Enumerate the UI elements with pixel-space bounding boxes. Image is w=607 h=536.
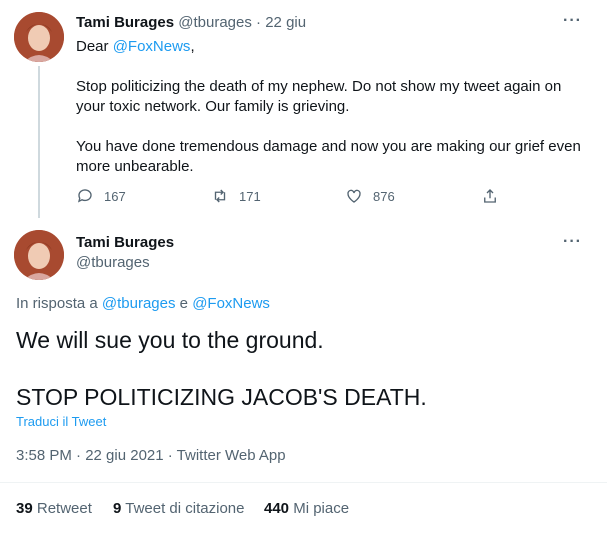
tweet1-paragraph-2: You have done tremendous damage and now … [76, 138, 581, 175]
tweet1-header: Tami Burages @tburages · 22 giu [76, 13, 306, 33]
quotes-label: Tweet di citazione [125, 500, 245, 517]
mention-link[interactable]: @tburages [102, 295, 176, 312]
translate-tweet-link[interactable]: Traduci il Tweet [16, 414, 106, 429]
tweet-date[interactable]: 22 giu [265, 14, 306, 31]
thread-line [38, 66, 40, 218]
tweet2-header: Tami Burages @tburages [76, 233, 174, 273]
retweets-count: 39 [16, 500, 33, 517]
retweets-stat[interactable]: 39 Retweet [16, 499, 92, 519]
quotes-count: 9 [113, 500, 122, 517]
avatar[interactable] [14, 230, 64, 280]
tweet1-paragraph-1: Stop politicizing the death of my nephew… [76, 78, 562, 115]
avatar-image [14, 12, 64, 62]
author-handle[interactable]: @tburages [76, 253, 174, 273]
greeting-prefix: Dear [76, 38, 113, 55]
quote-tweets-stat[interactable]: 9 Tweet di citazione [113, 499, 244, 519]
reply-icon [77, 189, 92, 203]
retweet-button[interactable]: 171 [211, 187, 261, 205]
author-name[interactable]: Tami Burages [76, 233, 174, 253]
likes-count: 440 [264, 500, 290, 517]
share-button[interactable] [481, 187, 499, 205]
author-name[interactable]: Tami Burages [76, 14, 174, 31]
avatar-image [14, 230, 64, 280]
tweet-timestamp[interactable]: 3:58 PM · 22 giu 2021 · Twitter Web App [16, 446, 286, 466]
share-icon [484, 189, 496, 203]
likes-label: Mi piace [293, 500, 350, 517]
tweet2-line-2: STOP POLITICIZING JACOB'S DEATH. [16, 384, 427, 410]
tweet2-line-1: We will sue you to the ground. [16, 327, 324, 353]
likes-stat[interactable]: 440 Mi piace [264, 499, 349, 519]
more-options-button[interactable]: ··· [563, 233, 582, 251]
retweets-label: Retweet [36, 500, 92, 517]
reply-button[interactable]: 167 [76, 187, 126, 205]
separator: · [256, 14, 262, 31]
retweet-count: 171 [239, 188, 261, 204]
reply-count: 167 [104, 188, 126, 204]
heart-icon [347, 189, 361, 203]
mention-link[interactable]: @FoxNews [192, 295, 270, 312]
greeting-line: Dear @FoxNews, [76, 37, 591, 57]
more-options-button[interactable]: ··· [563, 12, 582, 30]
reply-context: In risposta a @tburages e @FoxNews [16, 294, 270, 314]
like-button[interactable]: 876 [345, 187, 395, 205]
divider [0, 482, 607, 483]
author-handle[interactable]: @tburages [178, 14, 252, 31]
retweet-icon [214, 189, 226, 203]
greeting-suffix: , [190, 38, 195, 55]
reply-join: e [175, 295, 193, 312]
reply-prefix: In risposta a [16, 295, 102, 312]
mention-link[interactable]: @FoxNews [113, 38, 191, 55]
avatar[interactable] [14, 12, 64, 62]
tweet1-text: Dear @FoxNews, Stop politicizing the dea… [76, 37, 591, 177]
like-count: 876 [373, 188, 395, 204]
